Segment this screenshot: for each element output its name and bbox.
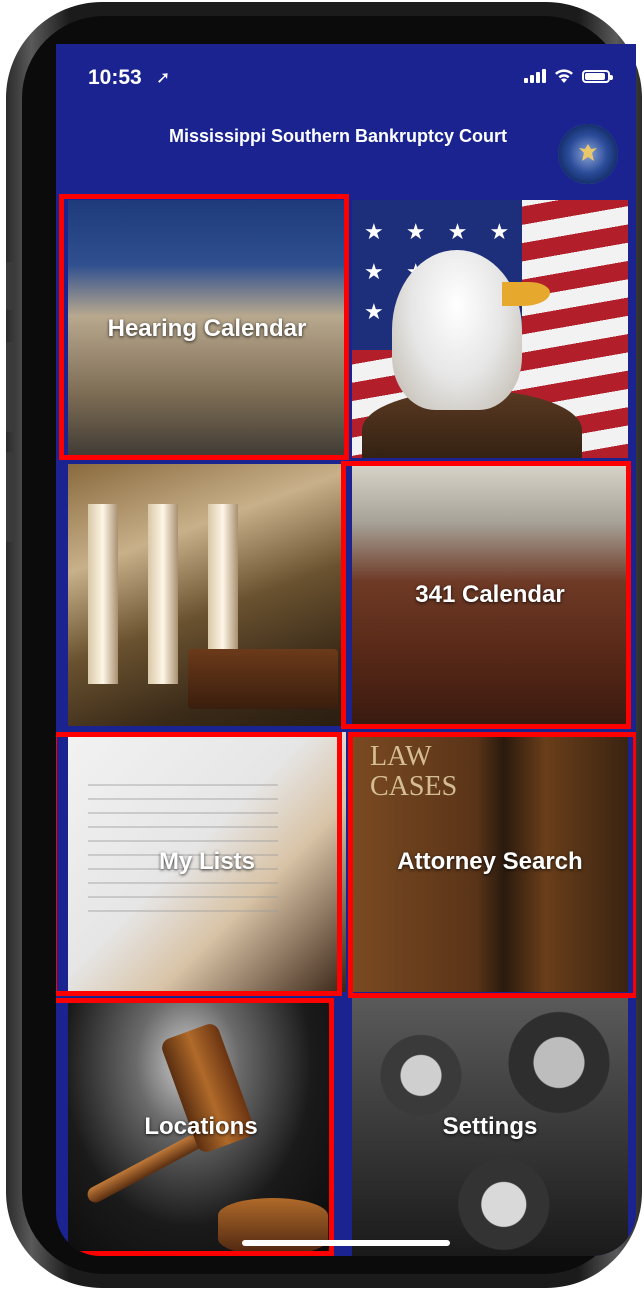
court-seal-icon <box>558 124 618 184</box>
law-book <box>188 649 338 709</box>
tile-flag-eagle-image <box>352 200 628 458</box>
tile-label-hearing-calendar: Hearing Calendar <box>107 315 307 342</box>
mute-switch <box>6 262 14 310</box>
tile-label-settings: Settings <box>442 1113 538 1140</box>
tile-label-341-calendar: 341 Calendar <box>415 581 565 608</box>
document-lines <box>88 772 278 922</box>
volume-down-button <box>6 452 14 542</box>
column <box>88 504 118 684</box>
home-indicator[interactable] <box>242 1240 450 1246</box>
tile-label-attorney-search: Attorney Search <box>397 848 583 875</box>
location-arrow-icon: ➚ <box>156 68 171 87</box>
gavel-block <box>218 1198 328 1256</box>
tile-scales-image <box>68 464 346 726</box>
wifi-icon <box>555 69 573 83</box>
tile-attorney-search[interactable]: LAW CASES Attorney Search <box>352 732 628 992</box>
tile-locations[interactable]: Locations <box>68 998 334 1256</box>
app-screen: 10:53 ➚ Mississippi Southern Bankruptcy … <box>56 44 636 1256</box>
cellular-signal-icon <box>524 69 546 83</box>
volume-up-button <box>6 342 14 432</box>
app-title: Mississippi Southern Bankruptcy Court <box>168 126 508 146</box>
eagle-head <box>392 250 522 410</box>
tile-settings[interactable]: Settings <box>352 998 628 1256</box>
status-bar: 10:53 ➚ <box>56 44 636 114</box>
status-icons <box>524 68 613 84</box>
tile-label-my-lists: My Lists <box>158 848 256 875</box>
tile-hearing-calendar[interactable]: Hearing Calendar <box>68 200 346 458</box>
battery-icon <box>582 69 613 83</box>
column <box>148 504 178 684</box>
book-spine-text: LAW CASES <box>370 741 458 802</box>
status-time: 10:53 <box>88 66 142 89</box>
tile-label-locations: Locations <box>144 1113 258 1140</box>
eagle-beak <box>502 282 550 306</box>
tile-my-lists[interactable]: My Lists <box>68 732 346 992</box>
tile-341-calendar[interactable]: 341 Calendar <box>352 464 628 726</box>
